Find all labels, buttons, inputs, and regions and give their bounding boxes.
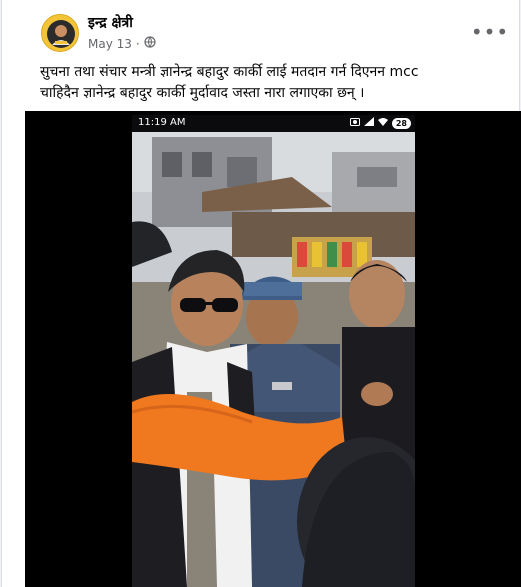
post-date[interactable]: May 13 [88, 37, 132, 51]
more-options-icon: ••• [470, 20, 510, 44]
author-name[interactable]: इन्द्र क्षेत्री [88, 13, 133, 32]
battery-indicator: 28 [391, 117, 411, 129]
status-time: 11:19 AM [138, 117, 186, 128]
post-text-line: चाहिदैन ज्ञानेन्द्र बहादुर कार्की मुर्दा… [40, 85, 365, 101]
wifi-icon [377, 117, 388, 129]
camera-icon [349, 117, 360, 129]
video-frame-image [132, 132, 415, 587]
post-text: सुचना तथा संचार मन्त्री ज्ञानेन्द्र बहाद… [40, 62, 510, 104]
post-meta: May 13 · [88, 36, 156, 51]
video-content: 11:19 AM 28 [132, 115, 415, 587]
post-text-line: सुचना तथा संचार मन्त्री ज्ञानेन्द्र बहाद… [40, 64, 419, 80]
author-avatar[interactable] [41, 14, 79, 52]
post-card: इन्द्र क्षेत्री May 13 · ••• सुचना तथा स… [1, 0, 521, 587]
signal-icon [363, 117, 374, 129]
status-icons: 28 [349, 117, 411, 129]
video-player[interactable]: 11:19 AM 28 [25, 111, 521, 587]
phone-status-bar: 11:19 AM 28 [132, 115, 415, 132]
more-options-button[interactable]: ••• [471, 18, 508, 46]
globe-icon [144, 36, 156, 51]
meta-separator: · [135, 36, 140, 51]
